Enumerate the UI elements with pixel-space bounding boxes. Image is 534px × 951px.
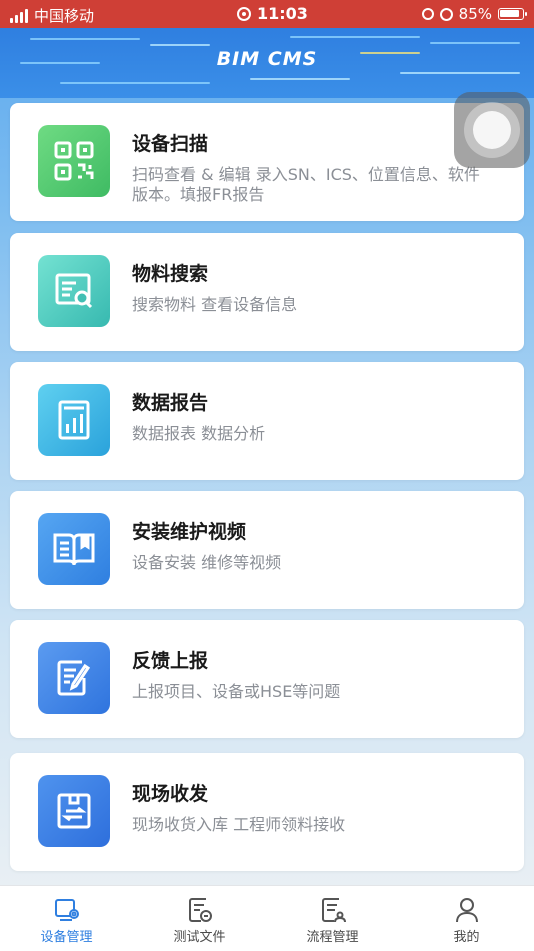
battery-percent: 85% [458, 5, 492, 23]
qr-code-icon [38, 125, 110, 197]
edit-note-icon [38, 642, 110, 714]
transfer-box-icon [38, 775, 110, 847]
assistive-touch-button[interactable] [454, 92, 530, 168]
clock: 11:03 [257, 4, 308, 23]
tab-label: 我的 [453, 930, 480, 945]
card-data-report[interactable]: 数据报告 数据报表 数据分析 [10, 362, 524, 480]
test-file-icon [188, 898, 212, 922]
status-bar: 中国移动 11:03 85% [0, 0, 534, 28]
card-install-video[interactable]: 安装维护视频 设备安装 维修等视频 [10, 491, 524, 609]
carrier-label: 中国移动 [34, 7, 95, 25]
process-manage-icon [321, 898, 346, 923]
card-title: 现场收发 [132, 783, 209, 805]
card-description: 设备安装 维修等视频 [132, 553, 282, 572]
book-icon [38, 513, 110, 585]
card-title: 物料搜索 [132, 263, 209, 285]
tab-test-files[interactable]: 测试文件 [133, 886, 266, 951]
device-manage-icon [54, 899, 79, 921]
card-onsite-receiving[interactable]: 现场收发 现场收货入库 工程师领料接收 [10, 753, 524, 871]
bottom-tab-bar: 设备管理 测试文件 流程管理 我的 [0, 885, 534, 951]
card-title: 数据报告 [132, 392, 209, 414]
card-title: 安装维护视频 [132, 521, 247, 543]
card-description: 上报项目、设备或HSE等问题 [132, 682, 341, 701]
profile-icon [455, 898, 478, 923]
alarm-icon [439, 7, 453, 21]
card-material-search[interactable]: 物料搜索 搜索物料 查看设备信息 [10, 233, 524, 351]
card-device-scan[interactable]: 设备扫描 扫码查看 & 编辑 录入SN、ICS、位置信息、软件版本。填报FR报告 [10, 103, 524, 221]
card-description: 现场收货入库 工程师领料接收 [132, 815, 346, 834]
tab-process-management[interactable]: 流程管理 [266, 886, 399, 951]
card-feedback-report[interactable]: 反馈上报 上报项目、设备或HSE等问题 [10, 620, 524, 738]
card-description: 数据报表 数据分析 [132, 424, 266, 443]
screen-record-icon [237, 6, 251, 21]
signal-icon [10, 8, 28, 23]
tab-my-profile[interactable]: 我的 [400, 886, 533, 951]
data-report-icon [38, 384, 110, 456]
tab-label: 设备管理 [40, 930, 93, 945]
card-description: 搜索物料 查看设备信息 [132, 295, 298, 314]
card-title: 反馈上报 [132, 650, 209, 672]
card-description: 扫码查看 & 编辑 录入SN、ICS、位置信息、软件版本。填报FR报告 [132, 165, 480, 204]
header-banner: BIM CMS [0, 28, 534, 98]
tab-device-management[interactable]: 设备管理 [0, 886, 133, 951]
tab-label: 流程管理 [306, 930, 359, 945]
tab-label: 测试文件 [173, 930, 226, 945]
app-logo: BIM CMS [216, 48, 318, 70]
rotation-lock-icon [421, 8, 434, 20]
material-search-icon [38, 255, 110, 327]
battery-icon [498, 8, 527, 20]
card-title: 设备扫描 [132, 133, 209, 155]
